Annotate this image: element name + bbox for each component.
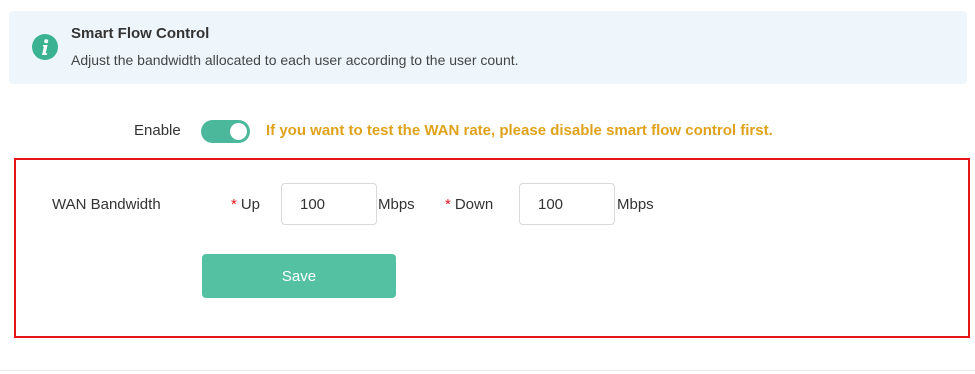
enable-toggle[interactable]	[201, 120, 250, 143]
required-mark: *	[231, 196, 237, 213]
info-banner: Smart Flow Control Adjust the bandwidth …	[9, 11, 967, 84]
up-unit-label: Mbps	[378, 196, 415, 213]
down-unit-label: Mbps	[617, 196, 654, 213]
required-mark: *	[445, 196, 451, 213]
info-description: Adjust the bandwidth allocated to each u…	[71, 52, 519, 68]
up-label: * Up	[231, 196, 260, 214]
toggle-knob	[230, 123, 247, 140]
up-label-text: Up	[240, 196, 261, 213]
down-bandwidth-input[interactable]	[519, 183, 615, 225]
down-label: * Down	[445, 196, 493, 214]
info-title: Smart Flow Control	[71, 25, 210, 42]
down-label-text: Down	[454, 196, 494, 213]
wan-bandwidth-label: WAN Bandwidth	[52, 196, 161, 213]
bottom-divider	[0, 370, 975, 371]
up-bandwidth-input[interactable]	[281, 183, 377, 225]
info-icon	[32, 34, 58, 60]
enable-label: Enable	[134, 122, 181, 139]
save-button[interactable]: Save	[202, 254, 396, 298]
enable-warning-text: If you want to test the WAN rate, please…	[266, 122, 773, 139]
wan-bandwidth-highlight-box	[14, 158, 970, 338]
